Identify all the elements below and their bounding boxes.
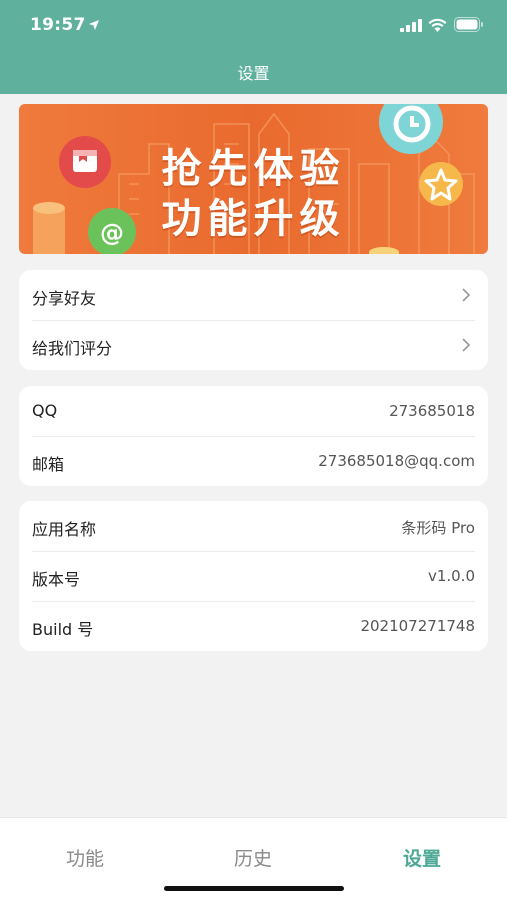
contact-card: QQ 273685018 邮箱 273685018@qq.com [19, 386, 488, 486]
app-name-value: 条形码 Pro [401, 519, 475, 537]
qq-value: 273685018 [389, 402, 475, 420]
email-row: 邮箱 273685018@qq.com [19, 436, 488, 486]
version-label: 版本号 [32, 570, 81, 589]
header: 19:57 设置 [0, 0, 507, 94]
share-card: 分享好友 给我们评分 [19, 270, 488, 370]
share-friends-row[interactable]: 分享好友 [19, 270, 488, 320]
banner-title-line2: 功能升级 [161, 196, 346, 242]
qq-label: QQ [32, 401, 58, 420]
app-name-row: 应用名称 条形码 Pro [19, 501, 488, 551]
battery-icon [454, 17, 483, 32]
home-indicator [164, 886, 344, 891]
build-row: Build 号 202107271748 [19, 601, 488, 651]
status-time: 19:57 [30, 15, 86, 35]
app-info-card: 应用名称 条形码 Pro 版本号 v1.0.0 Build 号 20210727… [19, 501, 488, 651]
page-title: 设置 [237, 64, 270, 83]
tab-settings[interactable]: 设置 [372, 844, 472, 871]
version-value: v1.0.0 [427, 567, 475, 585]
tab-history[interactable]: 历史 [203, 844, 303, 871]
share-friends-label: 分享好友 [32, 289, 97, 308]
wifi-icon [428, 18, 447, 32]
rate-us-row[interactable]: 给我们评分 [19, 320, 488, 370]
email-value: 273685018@qq.com [318, 452, 475, 470]
chevron-right-icon [462, 288, 471, 302]
build-value: 202107271748 [360, 617, 475, 635]
promo-banner[interactable]: @ 抢先体验 功能升级 [19, 104, 488, 254]
email-label: 邮箱 [32, 455, 65, 474]
location-arrow-icon [89, 20, 99, 30]
version-row: 版本号 v1.0.0 [19, 551, 488, 601]
tab-features[interactable]: 功能 [35, 844, 135, 871]
signal-icon [400, 19, 422, 32]
app-name-label: 应用名称 [32, 520, 97, 539]
build-label: Build 号 [32, 620, 94, 639]
chevron-right-icon [462, 338, 471, 352]
rate-us-label: 给我们评分 [32, 339, 113, 358]
qq-row: QQ 273685018 [19, 386, 488, 436]
status-bar: 19:57 [0, 0, 507, 50]
